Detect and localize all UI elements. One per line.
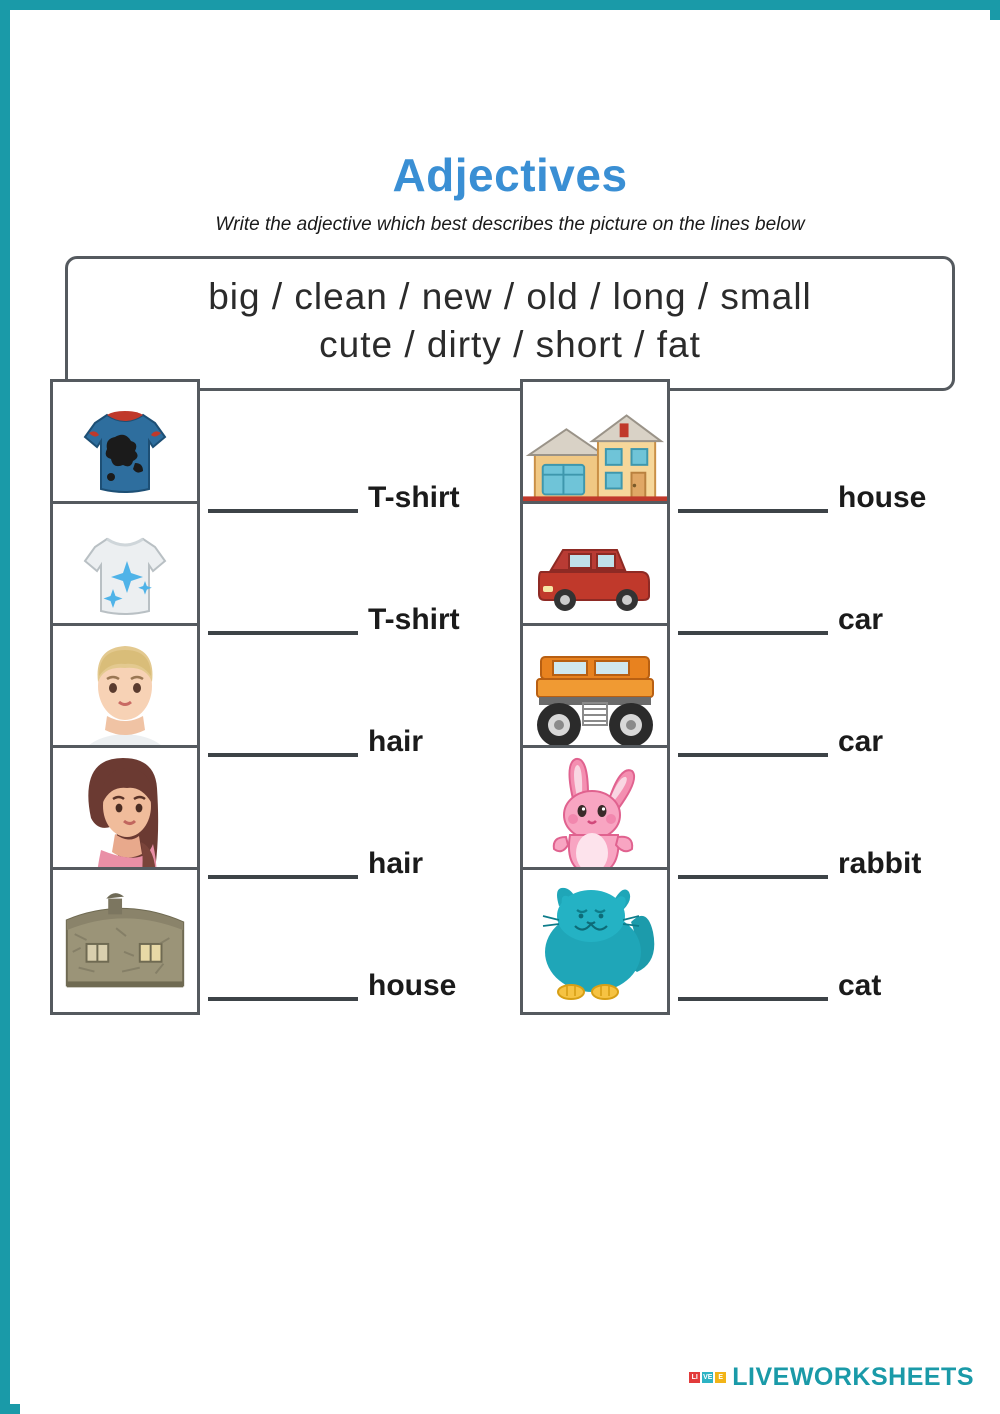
answer-blank[interactable] [678, 615, 828, 636]
list-item: cat [520, 867, 970, 1016]
list-item: house [50, 867, 500, 1016]
fat-teal-cat-icon [520, 867, 670, 1016]
answer-area[interactable]: T-shirt [200, 605, 500, 649]
noun-label: house [838, 481, 927, 515]
answer-blank[interactable] [208, 981, 358, 1002]
brand-label: LIVEWORKSHEETS [732, 1363, 974, 1391]
exercise-column-right: house car car rabbit cat [520, 379, 970, 1016]
footer-brand: LI VE E LIVEWORKSHEETS [689, 1363, 974, 1392]
word-bank-row-1: big / clean / new / old / long / small [208, 275, 812, 317]
answer-area[interactable]: cat [670, 971, 970, 1015]
answer-blank[interactable] [678, 981, 828, 1002]
noun-label: car [838, 725, 884, 759]
answer-area[interactable]: house [200, 971, 500, 1015]
answer-blank[interactable] [208, 737, 358, 758]
page-title: Adjectives [392, 149, 628, 201]
exercise-column-left: T-shirt T-shirt hair hair house [50, 379, 500, 1016]
noun-label: cat [838, 969, 882, 1003]
noun-label: T-shirt [368, 603, 460, 637]
logo-square-1: LI [689, 1372, 701, 1383]
answer-blank[interactable] [208, 493, 358, 514]
word-bank: big / clean / new / old / long / small c… [65, 255, 955, 392]
old-stone-house-icon [50, 867, 200, 1016]
answer-area[interactable]: T-shirt [200, 483, 500, 527]
logo-square-2: VE [702, 1372, 714, 1383]
page-subtitle: Write the adjective which best describes… [215, 214, 805, 235]
answer-blank[interactable] [678, 859, 828, 880]
answer-area[interactable]: rabbit [670, 849, 970, 893]
answer-area[interactable]: hair [200, 849, 500, 893]
answer-blank[interactable] [678, 737, 828, 758]
word-bank-row-2: cute / dirty / short / fat [319, 324, 701, 366]
liveworksheets-logo-icon: LI VE E [689, 1372, 727, 1383]
logo-square-3: E [715, 1372, 727, 1383]
noun-label: rabbit [838, 847, 922, 881]
answer-area[interactable]: hair [200, 727, 500, 771]
answer-blank[interactable] [678, 493, 828, 514]
answer-area[interactable]: car [670, 605, 970, 649]
answer-area[interactable]: car [670, 727, 970, 771]
noun-label: T-shirt [368, 481, 460, 515]
noun-label: house [368, 969, 457, 1003]
exercise-grid: T-shirt T-shirt hair hair house house ca… [50, 379, 970, 1016]
answer-area[interactable]: house [670, 483, 970, 527]
noun-label: car [838, 603, 884, 637]
worksheet-sheet: Adjectives Write the adjective which bes… [20, 20, 1000, 1414]
answer-blank[interactable] [208, 859, 358, 880]
noun-label: hair [368, 725, 424, 759]
answer-blank[interactable] [208, 615, 358, 636]
page-border: Adjectives Write the adjective which bes… [0, 0, 1000, 1414]
noun-label: hair [368, 847, 424, 881]
